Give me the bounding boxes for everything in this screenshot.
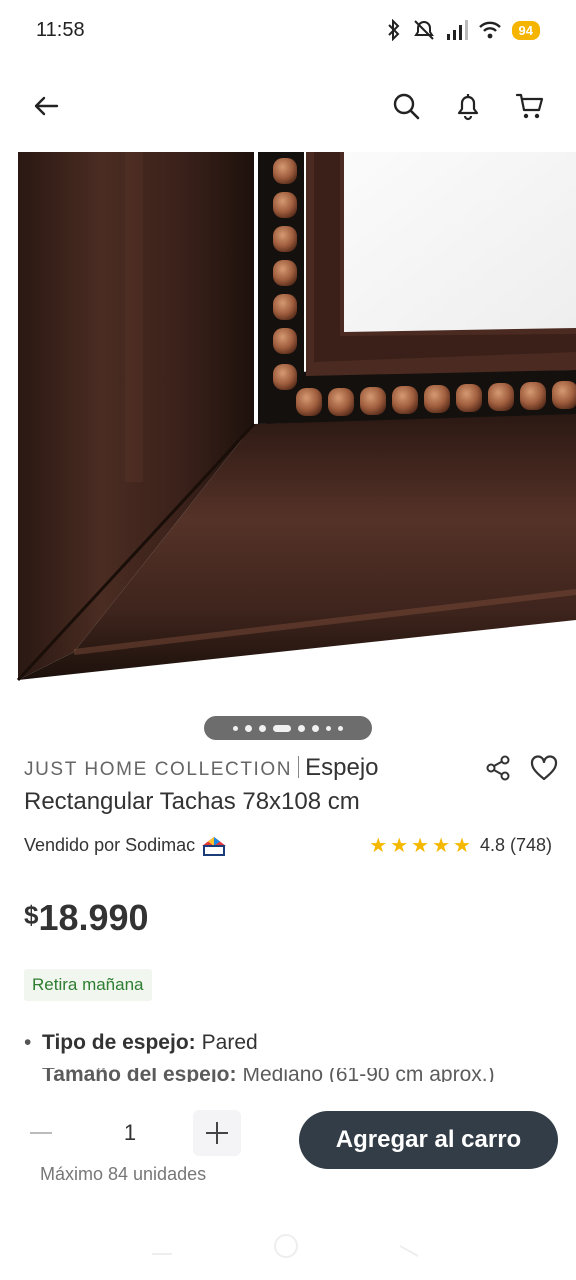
star-icon: ★ [432,834,451,857]
mirror-frame-image [14,152,576,684]
heart-icon [530,755,558,781]
search-button[interactable] [390,90,422,122]
header-actions [390,90,546,122]
share-button[interactable] [482,752,514,784]
star-icon: ★ [390,834,409,857]
product-title-block: JUST HOME COLLECTION Espejo Rectangular T… [24,752,454,818]
quantity-value[interactable]: 1 [100,1120,160,1146]
share-icon [486,755,510,781]
search-icon [393,93,420,120]
favorite-button[interactable] [528,752,560,784]
star-icon: ★ [453,834,471,857]
spec-item: • Tipo de espejo: Pared [24,1031,258,1055]
carousel-dot[interactable] [326,725,331,731]
quantity-decrease-button[interactable] [18,1110,64,1156]
home-nav-icon [274,1234,298,1258]
title-actions [482,752,560,784]
bell-icon [457,94,479,121]
carousel-dot[interactable] [312,724,319,732]
mute-icon [413,20,434,40]
add-to-cart-button[interactable]: Agregar al carro [299,1111,558,1169]
price-value: 18.990 [38,897,149,938]
spec-item: Tamaño del espejo: Mediano (61-90 cm apr… [24,1068,495,1082]
spec-label: Tipo de espejo: [42,1031,196,1054]
battery-indicator: 94 [511,20,540,40]
status-icons: 94 [386,19,540,41]
product-rating[interactable]: ★ ★ ★ ★ ★ 4.8 (748) [369,835,552,856]
notifications-button[interactable] [452,90,484,122]
minus-icon [30,1132,52,1134]
star-icon: ★ [411,834,430,857]
carousel-dot[interactable] [233,725,238,731]
back-arrow-icon [34,96,59,116]
bluetooth-icon [387,19,399,41]
cart-button[interactable] [514,90,546,122]
quantity-increase-button[interactable] [193,1110,241,1156]
spec-value: Pared [201,1031,258,1054]
price-currency: $ [24,900,39,930]
product-price: $18.990 [24,897,149,939]
seller-info: Vendido por Sodimac [24,835,227,856]
sodimac-logo-icon [202,836,227,856]
cart-icon [515,93,544,119]
rating-text: 4.8 (748) [479,835,552,855]
carousel-dot[interactable] [245,724,252,732]
status-bar: 11:58 94 [0,0,576,60]
spec-value: Mediano (61-90 cm aprox.) [242,1068,495,1082]
wifi-icon [478,21,501,39]
spec-bullet: • [24,1031,32,1054]
seller-text: Vendido por Sodimac [24,835,196,855]
carousel-dot-active[interactable] [273,724,291,732]
app-header [0,76,576,136]
product-image[interactable] [14,152,576,684]
star-icon: ★ [369,834,388,857]
signal-icon [446,20,468,40]
title-separator [298,756,300,778]
brand-name[interactable]: JUST HOME COLLECTION [24,759,292,780]
plus-icon [206,1122,228,1144]
quantity-max-text: Máximo 84 unidades [40,1164,207,1184]
carousel-dot[interactable] [298,724,305,732]
back-button[interactable] [30,90,62,122]
back-nav-icon [399,1245,419,1257]
status-time: 11:58 [36,18,85,41]
carousel-dot[interactable] [338,725,343,731]
image-carousel-dots[interactable] [204,716,372,740]
pickup-badge: Retira mañana [24,969,152,1001]
spec-label: Tamaño del espejo: [42,1068,237,1082]
carousel-dot[interactable] [259,724,266,732]
system-nav-bar [152,1234,419,1258]
